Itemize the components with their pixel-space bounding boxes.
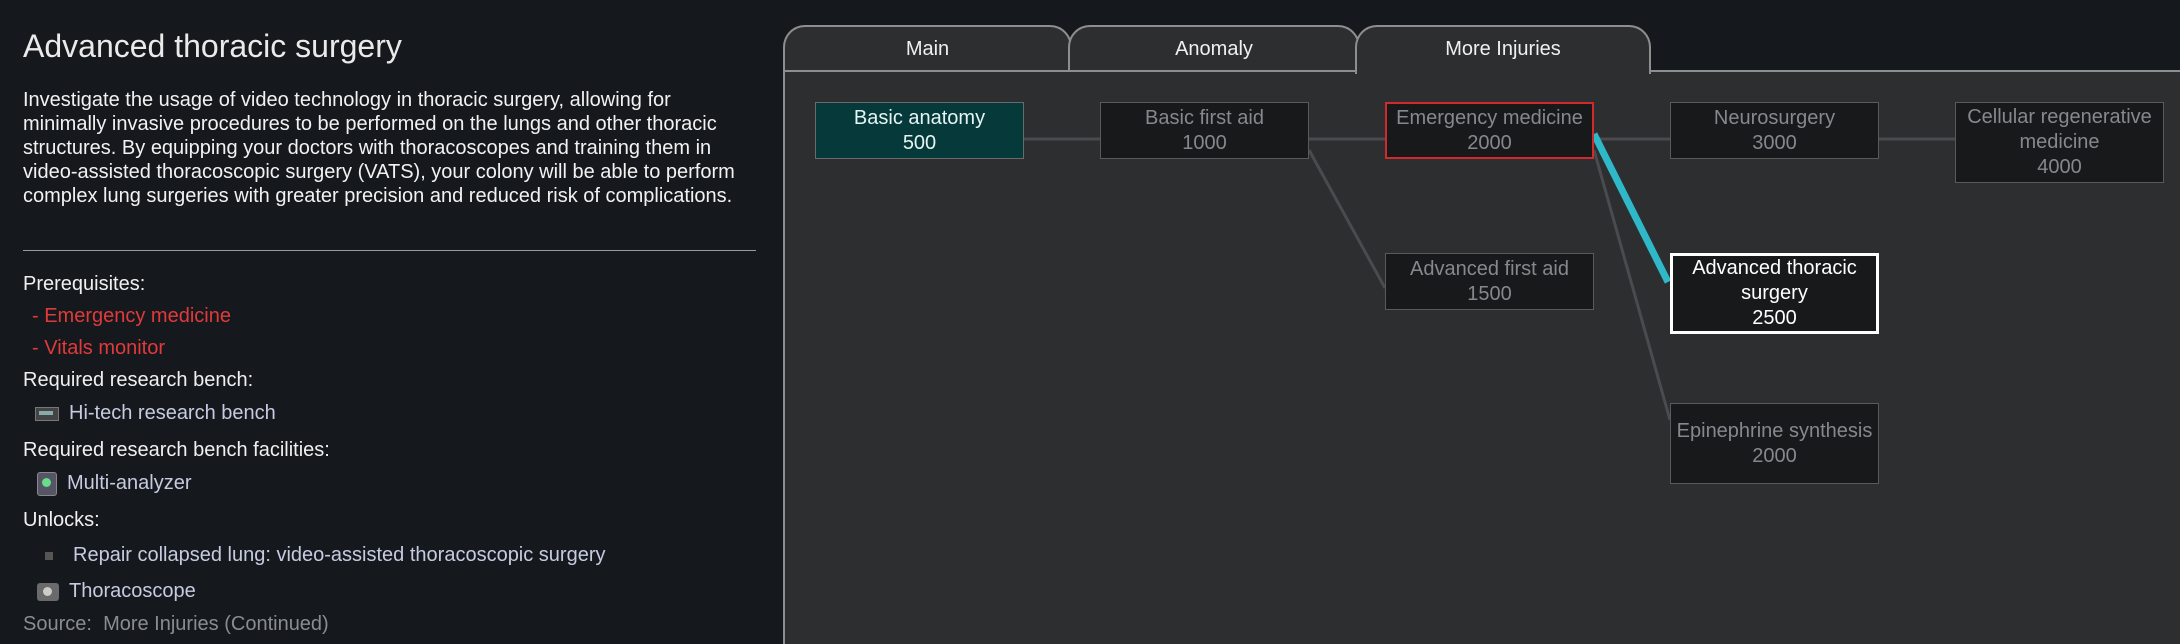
unlock-item-recipe[interactable]: Repair collapsed lung: video-assisted th… <box>23 543 606 567</box>
node-cost: 4000 <box>2037 156 2082 178</box>
link-emergency-thoracic <box>1590 132 1672 284</box>
node-basic-anatomy[interactable]: Basic anatomy 500 <box>815 102 1024 159</box>
node-basic-first-aid[interactable]: Basic first aid 1000 <box>1100 102 1309 159</box>
thoracoscope-icon <box>37 582 59 601</box>
node-name: Neurosurgery <box>1713 106 1836 129</box>
research-tree-panel: Main Anomaly More Injuries Basic anatomy… <box>783 0 2180 644</box>
research-info-panel: Advanced thoracic surgery Investigate th… <box>23 0 758 644</box>
source-mod-name: More Injuries (Continued) <box>103 613 329 635</box>
link-emergency-epinephrine <box>1592 149 1672 421</box>
node-cost: 1500 <box>1467 282 1512 305</box>
node-cost: 2500 <box>1752 307 1797 329</box>
research-title: Advanced thoracic surgery <box>23 28 402 64</box>
facility-item: Multi-analyzer <box>23 471 191 496</box>
unlock-item-thoracoscope[interactable]: Thoracoscope <box>23 579 196 603</box>
node-neurosurgery[interactable]: Neurosurgery 3000 <box>1670 102 1879 159</box>
prerequisite-vitals-monitor: - Vitals monitor <box>32 337 166 359</box>
node-name: Basic anatomy <box>853 106 986 129</box>
bench-name: Hi-tech research bench <box>69 402 276 424</box>
node-name: Advanced first aid <box>1410 257 1569 280</box>
node-advanced-first-aid[interactable]: Advanced first aid 1500 <box>1385 253 1594 310</box>
node-cellular-regenerative-medicine[interactable]: Cellular regenerative medicine 4000 <box>1955 102 2164 183</box>
research-description: Investigate the usage of video technolog… <box>23 89 735 207</box>
prerequisite-emergency-medicine: - Emergency medicine <box>32 305 231 327</box>
research-links <box>1024 132 1955 421</box>
prerequisites-label: Prerequisites: <box>23 273 146 295</box>
unlock-recipe-name: Repair collapsed lung: video-assisted th… <box>73 544 606 566</box>
node-advanced-thoracic-surgery[interactable]: Advanced thoracic surgery 2500 <box>1670 253 1879 334</box>
divider <box>23 250 756 251</box>
bench-label: Required research bench: <box>23 369 254 391</box>
source-line: Source: More Injuries (Continued) <box>23 612 329 636</box>
unlock-thoracoscope-name: Thoracoscope <box>69 580 196 602</box>
recipe-icon <box>45 551 53 560</box>
node-name: Basic first aid <box>1145 106 1264 129</box>
node-cost: 2000 <box>1752 444 1797 467</box>
facility-name: Multi-analyzer <box>67 472 192 494</box>
unlocks-label: Unlocks: <box>23 509 100 531</box>
source-label: Source: <box>23 613 92 635</box>
node-cost: 500 <box>902 131 937 154</box>
node-epinephrine-synthesis[interactable]: Epinephrine synthesis 2000 <box>1670 403 1879 484</box>
bench-item: Hi-tech research bench <box>23 401 276 425</box>
multi-analyzer-icon <box>37 471 57 496</box>
node-cost: 2000 <box>1467 131 1512 154</box>
node-name: Cellular regenerative medicine <box>1967 106 2152 153</box>
node-name: Advanced thoracic surgery <box>1692 257 1857 304</box>
node-name: Emergency medicine <box>1396 106 1583 129</box>
link-firstaid-advfirstaid <box>1307 149 1387 289</box>
facilities-label: Required research bench facilities: <box>23 439 330 461</box>
node-name: Epinephrine synthesis <box>1676 419 1873 442</box>
node-cost: 1000 <box>1182 131 1227 154</box>
node-cost: 3000 <box>1752 131 1797 154</box>
research-bench-icon <box>35 406 59 421</box>
node-emergency-medicine[interactable]: Emergency medicine 2000 <box>1385 102 1594 159</box>
